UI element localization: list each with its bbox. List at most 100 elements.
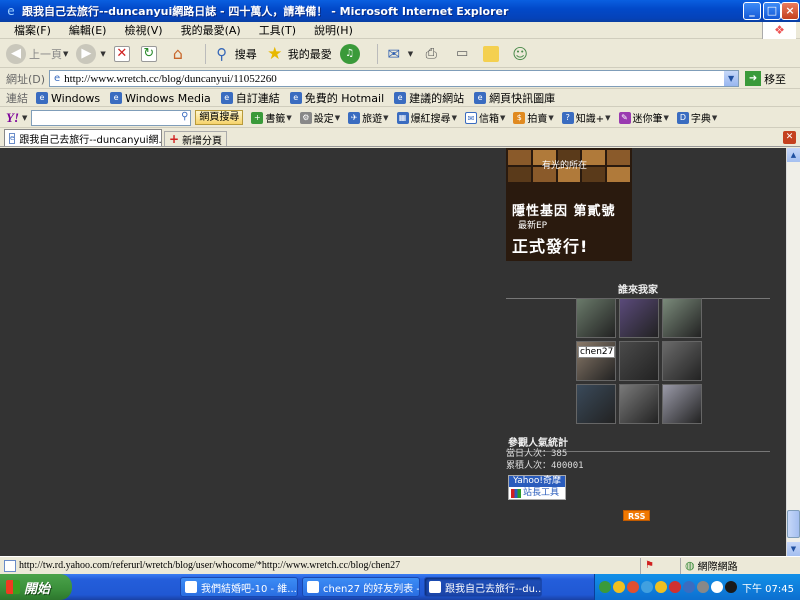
address-field[interactable]: e ▼ <box>49 70 740 87</box>
visitor-avatar[interactable] <box>662 341 702 381</box>
tab-current[interactable]: e 跟我自己去旅行--duncanyui網... <box>4 129 162 146</box>
tray-icon[interactable] <box>725 581 737 593</box>
banner-release: 正式發行! <box>512 237 589 256</box>
yahoo-web-search-button[interactable]: 網頁搜尋 <box>195 110 244 125</box>
tray-icon[interactable] <box>627 581 639 593</box>
start-button[interactable]: 開始 <box>0 574 72 600</box>
menu-edit[interactable]: 編輯(E) <box>69 22 107 38</box>
tray-icon[interactable] <box>599 581 611 593</box>
menu-favorites[interactable]: 我的最愛(A) <box>181 22 241 38</box>
scroll-down-icon[interactable]: ▼ <box>787 542 800 556</box>
note-icon <box>483 45 500 62</box>
yahoo-dictionary[interactable]: D 字典 ▼ <box>676 110 717 125</box>
yahoo-knowledge[interactable]: ? 知識+ ▼ <box>561 110 611 125</box>
mail-button[interactable]: ✉ ▼ <box>384 44 413 64</box>
menu-view[interactable]: 檢視(V) <box>124 22 162 38</box>
visitor-avatar[interactable] <box>619 298 659 338</box>
address-input[interactable] <box>64 72 705 85</box>
clock[interactable]: 下午 07:45 <box>742 580 794 595</box>
yahoo-search-field[interactable]: ⚲ <box>31 109 192 126</box>
edit-button[interactable]: ▭ <box>452 44 475 64</box>
tray-icon[interactable] <box>613 581 625 593</box>
task-button-1[interactable]: 我們結婚吧-10 - 維... <box>180 577 298 597</box>
rss-button[interactable]: RSS <box>623 510 651 521</box>
yahoo-search-input[interactable] <box>32 111 171 125</box>
forward-button[interactable]: ▶ ▼ <box>76 43 106 64</box>
menu-help[interactable]: 說明(H) <box>314 22 353 38</box>
tray-icon[interactable] <box>683 581 695 593</box>
back-arrow-icon: ◀ <box>6 43 26 64</box>
back-button[interactable]: ◀ 上一頁 ▼ <box>6 43 68 64</box>
link-label: Windows <box>51 91 101 105</box>
task-button-3[interactable]: 跟我自己去旅行--du... <box>424 577 542 597</box>
close-button[interactable]: × <box>781 2 799 20</box>
mail-icon: ✉ <box>387 44 401 63</box>
visitor-avatar[interactable] <box>576 298 616 338</box>
go-label: 移至 <box>764 72 787 86</box>
refresh-button[interactable]: ↻ <box>140 45 160 62</box>
tray-icon[interactable] <box>697 581 709 593</box>
link-windows-media[interactable]: e Windows Media <box>110 92 211 105</box>
link-suggested-sites[interactable]: e 建議的網站 <box>394 90 464 106</box>
yahoo-travel[interactable]: ✈ 旅遊 ▼ <box>348 110 389 125</box>
stop-button[interactable]: ✕ <box>113 45 133 62</box>
print-button[interactable]: ⎙ <box>421 44 444 64</box>
messenger-button[interactable]: ☺ <box>510 44 533 64</box>
visitor-avatar[interactable] <box>576 384 616 424</box>
link-windows[interactable]: e Windows <box>36 92 100 105</box>
favorites-label: 我的最愛 <box>287 47 332 61</box>
trending-icon: ▦ <box>396 111 409 124</box>
tray-icon[interactable] <box>669 581 681 593</box>
chevron-down-icon[interactable]: ▼ <box>22 114 27 122</box>
menu-file[interactable]: 檔案(F) <box>14 22 51 38</box>
tab-bar: e 跟我自己去旅行--duncanyui網... + 新增分頁 <box>0 129 800 147</box>
ie-window-icon <box>185 581 197 593</box>
link-custom[interactable]: e 自訂連結 <box>220 90 280 106</box>
visitor-avatar[interactable] <box>619 384 659 424</box>
chevron-down-icon: ▼ <box>605 113 611 122</box>
minimize-button[interactable]: _ <box>743 2 761 20</box>
note-button[interactable] <box>483 45 502 62</box>
scroll-thumb[interactable] <box>787 510 800 538</box>
windows-logo-icon: ❖ <box>762 22 796 39</box>
favorites-button[interactable]: ★ 我的最愛 <box>265 44 332 64</box>
link-icon: e <box>110 92 123 104</box>
chevron-down-icon[interactable]: ▼ <box>724 71 739 86</box>
search-icon[interactable]: ⚲ <box>181 111 188 122</box>
visitor-avatar[interactable] <box>662 384 702 424</box>
album-banner-image[interactable]: 有光的所在 隱性基因 第貳號 最新EP 正式發行! <box>506 148 632 261</box>
tray-icon[interactable] <box>711 581 723 593</box>
title-bar[interactable]: e 跟我自己去旅行--duncanyui網路日誌 - 四十萬人，請準備！ - M… <box>0 0 800 22</box>
dictionary-icon: D <box>676 111 689 124</box>
link-hotmail[interactable]: e 免費的 Hotmail <box>289 90 384 106</box>
search-button[interactable]: ⚲ 搜尋 <box>212 44 257 64</box>
go-button[interactable]: ➜ 移至 <box>745 71 786 87</box>
vertical-scrollbar[interactable]: ▲ ▼ <box>786 148 800 556</box>
yahoo-auction[interactable]: $ 拍賣 ▼ <box>513 110 554 125</box>
yahoo-logo[interactable]: Y! <box>6 110 19 126</box>
tray-icon[interactable] <box>655 581 667 593</box>
visitor-avatar[interactable] <box>619 341 659 381</box>
menu-tools[interactable]: 工具(T) <box>259 22 296 38</box>
yahoo-bookmarks[interactable]: + 書籤 ▼ <box>251 110 292 125</box>
tray-icon[interactable] <box>641 581 653 593</box>
home-button[interactable]: ⌂ <box>168 44 191 64</box>
page-content: 有光的所在 隱性基因 第貳號 最新EP 正式發行! 誰來我家 chen27 參觀… <box>0 148 786 556</box>
link-label: Windows Media <box>125 91 211 105</box>
yahoo-mail[interactable]: ✉ 信箱 ▼ <box>464 110 505 125</box>
link-web-slice-gallery[interactable]: e 網頁快訊圖庫 <box>474 90 555 106</box>
scroll-up-icon[interactable]: ▲ <box>787 148 800 162</box>
visitor-avatar[interactable]: chen27 <box>576 341 616 381</box>
task-button-2[interactable]: chen27 的好友列表 - ... <box>302 577 420 597</box>
yahoo-settings[interactable]: ⚙ 設定 ▼ <box>299 110 340 125</box>
visitor-avatar[interactable] <box>662 298 702 338</box>
close-tab-icon[interactable]: ✕ <box>783 131 796 144</box>
yahoo-webmaster-widget[interactable]: Yahoo!奇摩 站長工具 <box>508 475 566 500</box>
new-tab-button[interactable]: + 新增分頁 <box>164 131 228 147</box>
yahoo-trending[interactable]: ▦ 爆紅搜尋 ▼ <box>396 110 457 125</box>
menu-bar: 檔案(F) 編輯(E) 檢視(V) 我的最愛(A) 工具(T) 說明(H) <box>0 22 800 39</box>
yahoo-mini-pen[interactable]: ✎ 迷你筆 ▼ <box>618 110 669 125</box>
maximize-button[interactable]: □ <box>763 2 781 20</box>
status-text: http://tw.rd.yahoo.com/referurl/wretch/b… <box>0 559 640 572</box>
media-button[interactable]: ♫ <box>339 43 363 64</box>
